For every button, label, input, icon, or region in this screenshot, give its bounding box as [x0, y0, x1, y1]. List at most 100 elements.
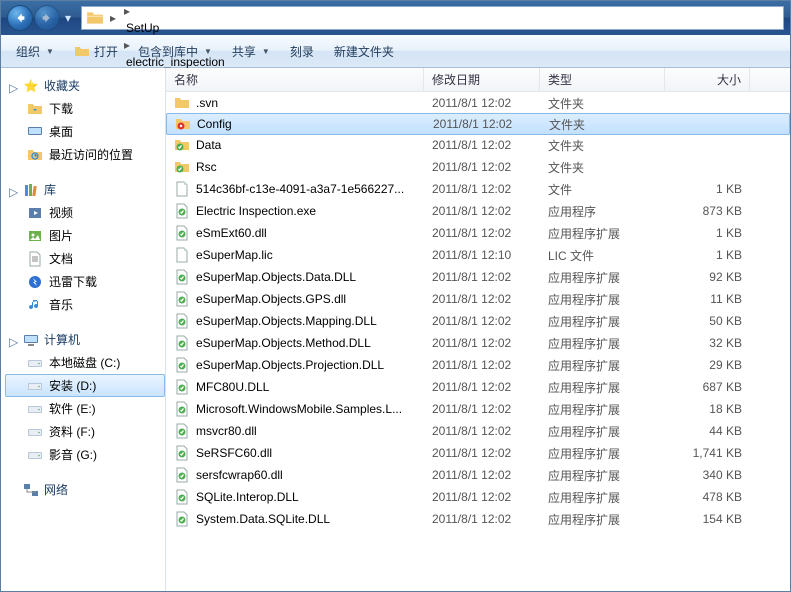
- file-type: 应用程序扩展: [540, 445, 665, 462]
- folder-icon: [174, 95, 190, 111]
- tree-item[interactable]: 桌面: [5, 120, 165, 143]
- file-date: 2011/8/1 12:02: [424, 490, 540, 504]
- file-row[interactable]: msvcr80.dll2011/8/1 12:02应用程序扩展44 KB: [166, 420, 790, 442]
- file-row[interactable]: Rsc2011/8/1 12:02文件夹: [166, 156, 790, 178]
- file-row[interactable]: Config2011/8/1 12:02文件夹: [166, 113, 790, 135]
- network-icon: [23, 482, 39, 498]
- file-row[interactable]: eSuperMap.Objects.Mapping.DLL2011/8/1 12…: [166, 310, 790, 332]
- file-type: 文件夹: [541, 116, 666, 133]
- file-date: 2011/8/1 12:10: [424, 248, 540, 262]
- tree-item[interactable]: 下载: [5, 97, 165, 120]
- exe-icon: [174, 203, 190, 219]
- history-dropdown[interactable]: ▾: [61, 7, 75, 29]
- navigation-pane[interactable]: ▷⭐收藏夹 下载桌面最近访问的位置 ▷库 视频图片文档迅雷下载音乐 ▷计算机 本…: [1, 68, 166, 591]
- tree-item[interactable]: 图片: [5, 224, 165, 247]
- file-date: 2011/8/1 12:02: [424, 204, 540, 218]
- tree-item[interactable]: 文档: [5, 247, 165, 270]
- file-type: 应用程序扩展: [540, 291, 665, 308]
- tree-item[interactable]: 安装 (D:): [5, 374, 165, 397]
- column-name[interactable]: 名称: [166, 68, 424, 91]
- libraries-header[interactable]: ▷库: [5, 178, 165, 201]
- tree-item-label: 桌面: [49, 123, 73, 140]
- file-row[interactable]: eSuperMap.Objects.Data.DLL2011/8/1 12:02…: [166, 266, 790, 288]
- file-name: .svn: [196, 96, 218, 110]
- burn-button[interactable]: 刻录: [281, 38, 323, 65]
- open-button[interactable]: 打开: [65, 38, 127, 65]
- file-icon: [174, 247, 190, 263]
- dll-icon: [174, 269, 190, 285]
- column-type[interactable]: 类型: [540, 68, 665, 91]
- tree-item[interactable]: 视频: [5, 201, 165, 224]
- file-type: 应用程序: [540, 203, 665, 220]
- tree-item[interactable]: 本地磁盘 (C:): [5, 351, 165, 374]
- forward-button[interactable]: [34, 5, 60, 31]
- column-headers: 名称 修改日期 类型 大小: [166, 68, 790, 92]
- new-folder-button[interactable]: 新建文件夹: [325, 38, 403, 65]
- file-type: 应用程序扩展: [540, 401, 665, 418]
- file-row[interactable]: Data2011/8/1 12:02文件夹: [166, 134, 790, 156]
- tree-item[interactable]: 最近访问的位置: [5, 143, 165, 166]
- file-date: 2011/8/1 12:02: [424, 336, 540, 350]
- tree-item-label: 图片: [49, 227, 73, 244]
- computer-header[interactable]: ▷计算机: [5, 328, 165, 351]
- file-row[interactable]: System.Data.SQLite.DLL2011/8/1 12:02应用程序…: [166, 508, 790, 530]
- share-button[interactable]: 共享▼: [223, 38, 279, 65]
- file-size: 478 KB: [665, 490, 750, 504]
- file-name: eSuperMap.Objects.Method.DLL: [196, 336, 371, 350]
- file-size: 29 KB: [665, 358, 750, 372]
- address-bar[interactable]: ▸ 计算机▸安装 (D:)▸SetUp▸electric_inspection▸: [81, 6, 784, 30]
- tree-item[interactable]: 音乐: [5, 293, 165, 316]
- organize-button[interactable]: 组织▼: [7, 38, 63, 65]
- file-date: 2011/8/1 12:02: [424, 512, 540, 526]
- file-row[interactable]: Microsoft.WindowsMobile.Samples.L...2011…: [166, 398, 790, 420]
- file-row[interactable]: 514c36bf-c13e-4091-a3a7-1e566227...2011/…: [166, 178, 790, 200]
- breadcrumb-segment[interactable]: SetUp: [120, 18, 165, 38]
- file-type: 应用程序扩展: [540, 357, 665, 374]
- file-date: 2011/8/1 12:02: [425, 117, 541, 131]
- tree-item[interactable]: 影音 (G:): [5, 443, 165, 466]
- file-list[interactable]: 名称 修改日期 类型 大小 .svn2011/8/1 12:02文件夹Confi…: [166, 68, 790, 591]
- file-row[interactable]: Electric Inspection.exe2011/8/1 12:02应用程…: [166, 200, 790, 222]
- open-icon: [74, 43, 90, 59]
- file-row[interactable]: eSuperMap.Objects.Method.DLL 2011/8/1 12:…: [166, 332, 790, 354]
- breadcrumb-segment[interactable]: 安装 (D:): [120, 0, 179, 3]
- file-row[interactable]: eSmExt60.dll2011/8/1 12:02应用程序扩展1 KB: [166, 222, 790, 244]
- dll-icon: [174, 313, 190, 329]
- file-row[interactable]: eSuperMap.lic2011/8/1 12:10LIC 文件1 KB: [166, 244, 790, 266]
- column-size[interactable]: 大小: [665, 68, 750, 91]
- file-row[interactable]: SeRSFC60.dll2011/8/1 12:02应用程序扩展1,741 KB: [166, 442, 790, 464]
- drive-icon: [27, 401, 43, 417]
- tree-item[interactable]: 软件 (E:): [5, 397, 165, 420]
- tree-item-label: 最近访问的位置: [49, 146, 133, 163]
- tree-item[interactable]: 资料 (F:): [5, 420, 165, 443]
- dll-icon: [174, 467, 190, 483]
- favorites-header[interactable]: ▷⭐收藏夹: [5, 74, 165, 97]
- file-type: 应用程序扩展: [540, 225, 665, 242]
- tree-item-label: 迅雷下载: [49, 273, 97, 290]
- dll-icon: [174, 489, 190, 505]
- breadcrumb-sep[interactable]: ▸: [106, 8, 120, 28]
- back-button[interactable]: [7, 5, 33, 31]
- file-row[interactable]: sersfcwrap60.dll2011/8/1 12:02应用程序扩展340 …: [166, 464, 790, 486]
- file-row[interactable]: eSuperMap.Objects.GPS.dll2011/8/1 12:02应…: [166, 288, 790, 310]
- drive-icon: [27, 447, 43, 463]
- dll-icon: [174, 423, 190, 439]
- column-date[interactable]: 修改日期: [424, 68, 540, 91]
- file-type: 文件夹: [540, 159, 665, 176]
- file-row[interactable]: .svn2011/8/1 12:02文件夹: [166, 92, 790, 114]
- file-date: 2011/8/1 12:02: [424, 292, 540, 306]
- file-size: 32 KB: [665, 336, 750, 350]
- include-library-button[interactable]: 包含到库中▼: [129, 38, 221, 65]
- file-row[interactable]: eSuperMap.Objects.Projection.DLL2011/8/1…: [166, 354, 790, 376]
- file-row[interactable]: SQLite.Interop.DLL2011/8/1 12:02应用程序扩展47…: [166, 486, 790, 508]
- network-header[interactable]: ▷网络: [5, 478, 165, 501]
- file-name: SeRSFC60.dll: [196, 446, 272, 460]
- tree-item[interactable]: 迅雷下载: [5, 270, 165, 293]
- file-date: 2011/8/1 12:02: [424, 96, 540, 110]
- pictures-icon: [27, 228, 43, 244]
- tree-item-label: 下载: [49, 100, 73, 117]
- file-type: 应用程序扩展: [540, 489, 665, 506]
- file-size: 92 KB: [665, 270, 750, 284]
- file-date: 2011/8/1 12:02: [424, 358, 540, 372]
- file-row[interactable]: MFC80U.DLL2011/8/1 12:02应用程序扩展687 KB: [166, 376, 790, 398]
